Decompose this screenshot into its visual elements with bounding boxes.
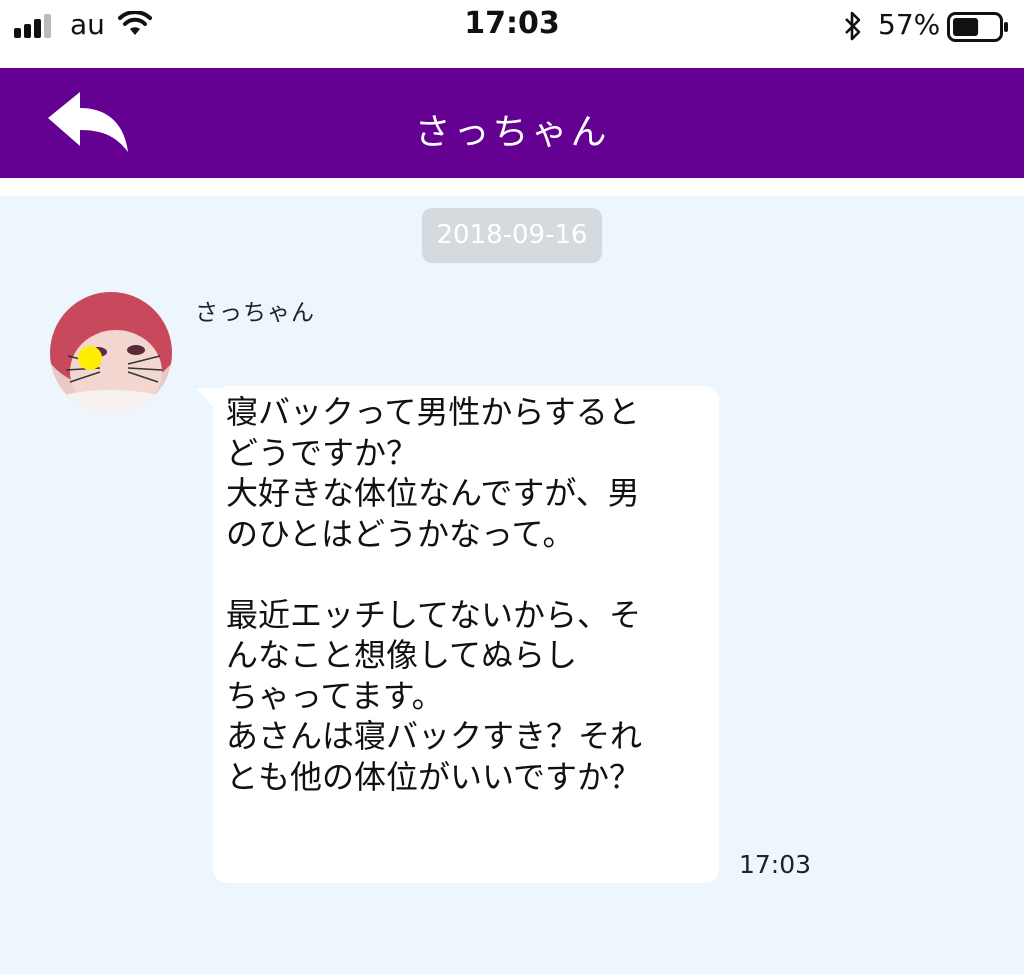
status-bar: au 17:03 57%	[0, 0, 1024, 68]
bluetooth-icon	[845, 11, 861, 41]
page-title: さっちゃん	[414, 112, 610, 153]
message-text: 寝バックって男性からすると どうですか？ 大好きな体位なんですが、男 のひとはど…	[226, 393, 643, 796]
avatar[interactable]	[50, 292, 172, 414]
avatar-image	[50, 292, 172, 414]
date-separator: 2018-09-16	[422, 208, 602, 263]
battery-icon	[947, 12, 1008, 42]
message-time: 17:03	[739, 850, 812, 879]
bottom-divider	[0, 974, 1024, 978]
battery-percent: 57%	[878, 8, 941, 41]
sender-name: さっちゃん	[195, 300, 315, 326]
header-divider	[0, 178, 1024, 196]
status-time: 17:03	[464, 6, 560, 41]
header-bar: さっちゃん	[0, 68, 1024, 178]
